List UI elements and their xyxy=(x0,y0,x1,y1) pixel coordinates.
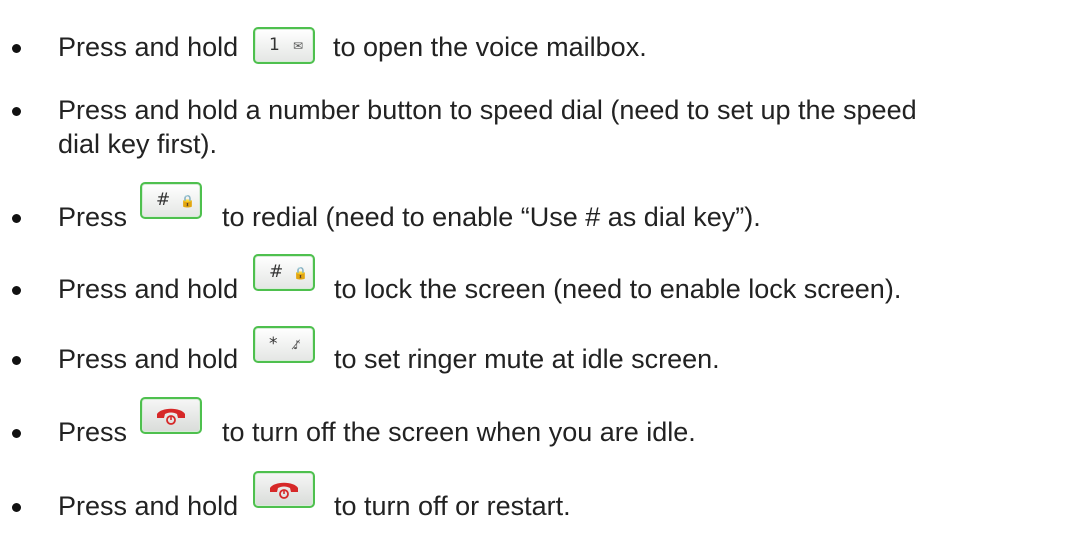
lock-icon: 🔒 xyxy=(180,194,195,208)
key-label: # xyxy=(156,190,171,210)
item-suffix: to turn off the screen when you are idle… xyxy=(222,417,696,447)
key-hang-up xyxy=(140,397,202,434)
key-star-mute: * ♪̸ xyxy=(253,326,315,363)
key-hang-up xyxy=(253,471,315,508)
mute-icon: ♪̸ xyxy=(293,338,301,352)
hang-up-icon xyxy=(270,482,298,499)
envelope-icon: ✉ xyxy=(293,39,304,53)
bullet xyxy=(12,286,21,295)
item-prefix: Press and hold xyxy=(58,274,239,304)
bullet xyxy=(12,44,21,53)
key-label: 1 xyxy=(269,35,280,55)
item-prefix: Press xyxy=(58,417,128,447)
item-suffix: to lock the screen (need to enable lock … xyxy=(334,274,902,304)
bullet xyxy=(12,107,21,116)
item-prefix: Press and hold xyxy=(58,491,239,521)
bullet xyxy=(12,356,21,365)
bullet-list: Press and hold 1 ✉ to open the voice mai… xyxy=(0,0,1076,556)
key-1-voicemail: 1 ✉ xyxy=(253,27,315,64)
key-label: * xyxy=(269,334,278,354)
item-prefix: Press and hold xyxy=(58,344,239,374)
key-label: # xyxy=(269,262,284,282)
key-hash-lock: # 🔒 xyxy=(253,254,315,291)
item-prefix: Press xyxy=(58,202,128,232)
item-suffix: to set ringer mute at idle screen. xyxy=(334,344,720,374)
item-prefix: Press and hold xyxy=(58,32,239,62)
item-text-line1: Press and hold a number button to speed … xyxy=(58,95,917,125)
item-text-line2: dial key first). xyxy=(58,129,218,159)
item-suffix: to open the voice mailbox. xyxy=(333,32,647,62)
key-hash-lock: # 🔒 xyxy=(140,182,202,219)
item-suffix: to redial (need to enable “Use # as dial… xyxy=(222,202,761,232)
item-suffix: to turn off or restart. xyxy=(334,491,571,521)
lock-icon: 🔒 xyxy=(293,266,308,280)
bullet xyxy=(12,214,21,223)
bullet xyxy=(12,503,21,512)
hang-up-icon xyxy=(157,408,185,425)
bullet xyxy=(12,429,21,438)
